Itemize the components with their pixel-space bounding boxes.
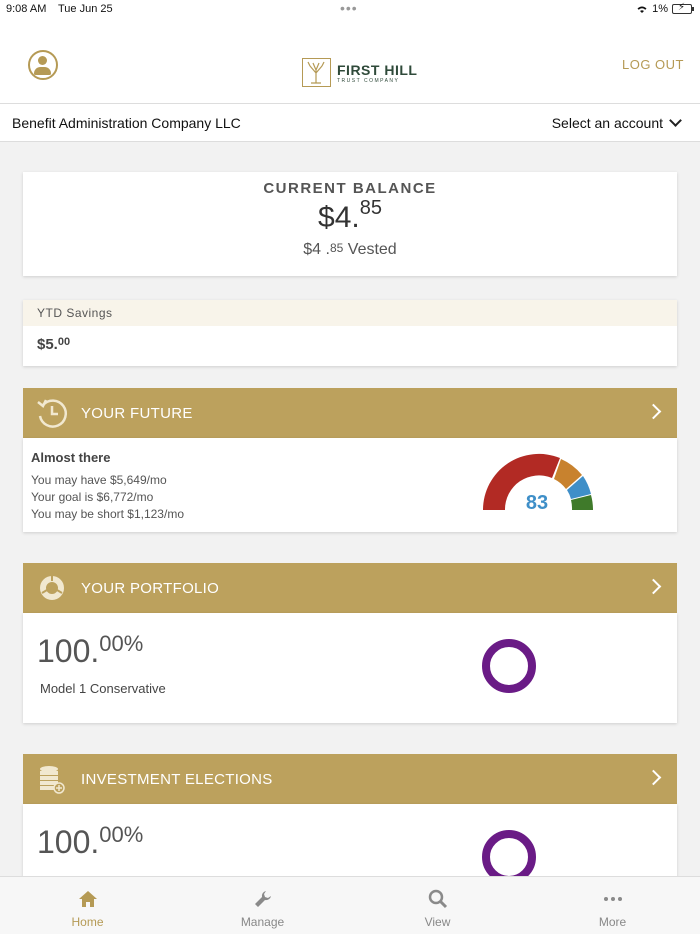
- your-portfolio-header[interactable]: YOUR PORTFOLIO: [23, 563, 677, 613]
- chevron-right-icon: [645, 578, 662, 595]
- logo: FIRST HILL TRUST COMPANY: [302, 58, 417, 87]
- battery-percent: 1%: [652, 3, 668, 15]
- investment-elections-title: INVESTMENT ELECTIONS: [81, 770, 273, 788]
- future-shortfall: You may be short $1,123/mo: [31, 507, 184, 521]
- vested-whole: $4 .: [303, 241, 330, 258]
- tab-home[interactable]: Home: [0, 877, 175, 934]
- account-select[interactable]: Select an account: [551, 114, 682, 131]
- current-balance-card: CURRENT BALANCE $4.85 $4 .85 Vested: [23, 172, 677, 276]
- portfolio-pct-decimal: 00%: [99, 631, 144, 656]
- balance-whole: $4.: [318, 201, 360, 234]
- battery-icon: ⚡: [672, 2, 694, 14]
- portfolio-pct-whole: 100.: [37, 633, 100, 669]
- future-status: Almost there: [31, 450, 111, 465]
- your-future-header[interactable]: YOUR FUTURE: [23, 388, 677, 438]
- ytd-label: YTD Savings: [23, 300, 677, 326]
- chevron-right-icon: [645, 769, 662, 786]
- balance-amount: $4.85: [23, 197, 677, 235]
- app-header: FIRST HILL TRUST COMPANY LOG OUT: [0, 20, 700, 104]
- balance-title: CURRENT BALANCE: [263, 180, 437, 197]
- status-indicators: 1% ⚡: [636, 2, 694, 15]
- logout-button[interactable]: LOG OUT: [622, 57, 684, 72]
- clock-history-icon: [37, 399, 68, 428]
- your-future-title: YOUR FUTURE: [81, 404, 193, 422]
- portfolio-model: Model 1 Conservative: [40, 681, 166, 696]
- investment-percentage: 100.00%: [37, 822, 144, 861]
- tab-manage[interactable]: Manage: [175, 877, 350, 934]
- investment-elections-header[interactable]: INVESTMENT ELECTIONS: [23, 754, 677, 804]
- tab-view[interactable]: View: [350, 877, 525, 934]
- chevron-right-icon: [645, 403, 662, 420]
- your-portfolio-body[interactable]: 100.00% Model 1 Conservative: [23, 613, 677, 723]
- logo-name: FIRST HILL: [337, 61, 418, 78]
- status-time: 9:08 AM: [6, 3, 47, 15]
- home-icon: [78, 891, 97, 907]
- your-future-body[interactable]: Almost there You may have $5,649/mo Your…: [23, 438, 677, 532]
- portfolio-percentage: 100.00%: [37, 631, 144, 670]
- ytd-whole: $5.: [37, 336, 58, 353]
- ytd-cents: 00: [57, 336, 71, 348]
- company-name: Benefit Administration Company LLC: [12, 115, 241, 131]
- tree-logo-icon: [302, 58, 331, 87]
- your-portfolio-title: YOUR PORTFOLIO: [81, 579, 220, 597]
- status-bar: 9:08 AM Tue Jun 25 ••• 1% ⚡: [0, 0, 700, 20]
- profile-icon[interactable]: [28, 50, 58, 80]
- gauge-segment-red: [483, 453, 560, 510]
- investment-elections-body[interactable]: 100.00%: [23, 804, 677, 884]
- ytd-value: $5.00: [23, 326, 677, 363]
- tab-view-label: View: [424, 915, 451, 929]
- more-icon: [603, 897, 622, 901]
- logo-subtitle: TRUST COMPANY: [337, 77, 400, 84]
- tab-manage-label: Manage: [240, 915, 285, 929]
- gauge-score: 83: [526, 492, 548, 514]
- vested-amount: $4 .85 Vested: [23, 241, 677, 259]
- search-icon: [428, 889, 447, 909]
- investment-pct-whole: 100.: [37, 824, 100, 860]
- tab-more[interactable]: More: [525, 877, 700, 934]
- portfolio-donut-chart: [482, 639, 536, 693]
- status-date: Tue Jun 25: [58, 3, 113, 15]
- account-bar: Benefit Administration Company LLC Selec…: [0, 104, 700, 142]
- chevron-down-icon: [669, 114, 682, 127]
- future-projected-income: You may have $5,649/mo: [31, 473, 167, 487]
- balance-cents: 85: [359, 197, 382, 219]
- investment-pct-decimal: 00%: [99, 822, 144, 847]
- coins-stack-icon: [40, 766, 65, 794]
- wifi-icon: [637, 6, 647, 13]
- account-select-label: Select an account: [551, 115, 663, 131]
- retirement-score-gauge: 83: [483, 453, 594, 514]
- vested-label: Vested: [343, 241, 397, 258]
- bottom-tab-bar: Home Manage View More: [0, 876, 700, 934]
- pie-chart-icon: [40, 575, 64, 600]
- multitask-dots-icon[interactable]: •••: [340, 0, 358, 16]
- tab-home-label: Home: [71, 915, 104, 929]
- vested-cents: 85: [329, 241, 344, 255]
- future-goal: Your goal is $6,772/mo: [31, 490, 154, 504]
- tab-more-label: More: [598, 915, 627, 929]
- ytd-savings-card: YTD Savings $5.00: [23, 300, 677, 366]
- wrench-icon: [254, 891, 271, 907]
